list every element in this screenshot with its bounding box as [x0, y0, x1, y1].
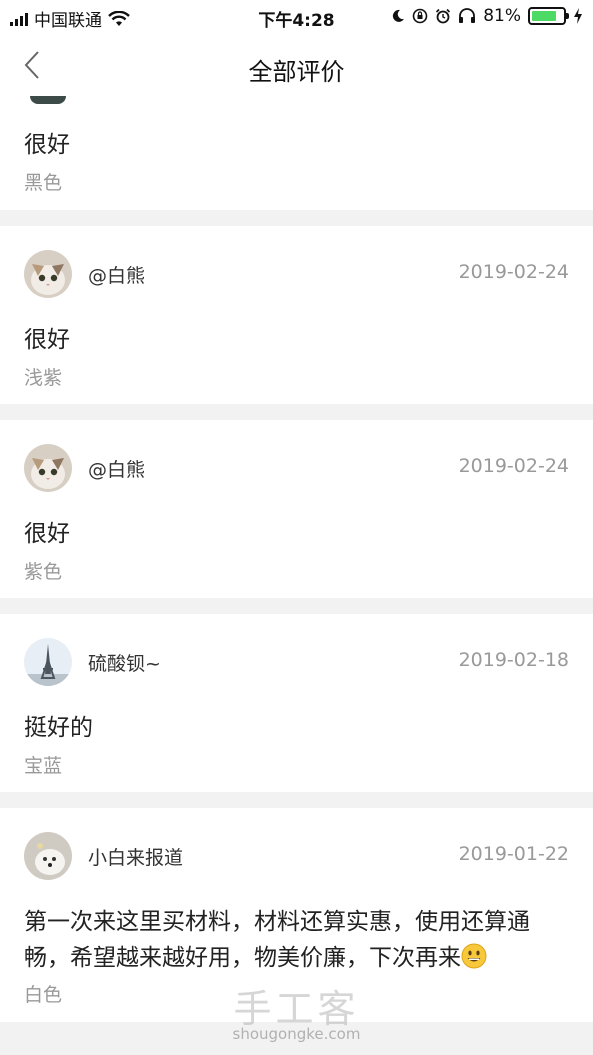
review-content: 很好 — [24, 327, 70, 353]
avatar — [24, 638, 72, 686]
review-card: 硫酸钡~ 2019-02-18 挺好的 宝蓝 — [0, 614, 593, 792]
review-variant: 紫色 — [24, 561, 63, 583]
review-username[interactable]: 小白来报道 — [88, 843, 183, 870]
review-content: 挺好的 — [24, 715, 93, 741]
rotation-lock-icon — [412, 8, 428, 24]
status-right: 81% — [391, 6, 583, 26]
avatar — [30, 96, 66, 104]
review-date: 2019-02-18 — [458, 649, 569, 671]
avatar — [24, 444, 72, 492]
moon-icon — [393, 9, 405, 22]
review-variant: 宝蓝 — [24, 755, 63, 777]
watermark-url: shougongke.com — [232, 1025, 361, 1043]
battery-icon — [528, 7, 569, 25]
alarm-icon — [436, 8, 451, 24]
avatar — [24, 832, 72, 880]
status-bar: 中国联通 下午4:28 81% — [0, 0, 593, 34]
nav-bar: 全部评价 — [0, 34, 593, 100]
review-variant: 浅紫 — [24, 367, 63, 389]
charging-bolt-icon — [574, 8, 582, 24]
review-date: 2019-02-24 — [458, 261, 569, 283]
grinning-face-icon — [461, 943, 487, 969]
avatar — [24, 250, 72, 298]
review-date: 2019-01-22 — [458, 843, 569, 865]
review-content: 很好 — [24, 132, 70, 158]
review-card: 很好 黑色 — [0, 96, 593, 210]
review-username[interactable]: @白熊 — [88, 455, 145, 482]
review-content: 很好 — [24, 521, 70, 547]
review-date: 2019-02-24 — [458, 455, 569, 477]
review-username[interactable]: 硫酸钡~ — [88, 649, 161, 676]
battery-percent: 81% — [483, 6, 521, 26]
review-content: 第一次来这里买材料，材料还算实惠，使用还算通畅，希望越来越好用，物美价廉，下次再… — [24, 904, 572, 976]
review-username[interactable]: @白熊 — [88, 261, 145, 288]
review-variant: 黑色 — [24, 172, 63, 194]
review-card: @白熊 2019-02-24 很好 紫色 — [0, 420, 593, 598]
page-title: 全部评价 — [248, 58, 345, 86]
review-content-text: 第一次来这里买材料，材料还算实惠，使用还算通畅，希望越来越好用，物美价廉，下次再… — [24, 909, 530, 971]
review-card: @白熊 2019-02-24 很好 浅紫 — [0, 226, 593, 404]
headphones-icon — [459, 8, 476, 23]
